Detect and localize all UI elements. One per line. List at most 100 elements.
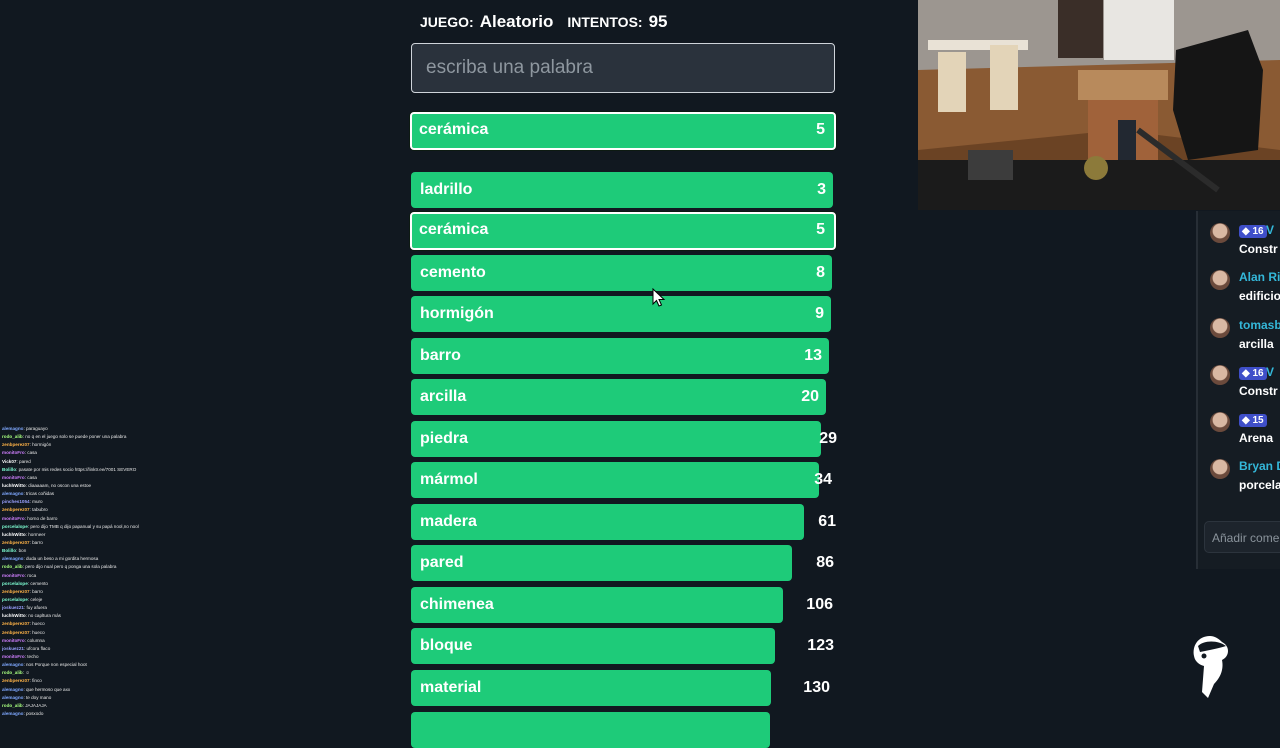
guess-row: mármol 34	[411, 462, 832, 498]
mini-chat-text: : casa	[24, 474, 37, 480]
chat-text: arcilla	[1239, 337, 1274, 351]
avatar	[1210, 365, 1230, 385]
chat-panel: ◆ 16 V Constr Alan Ri edificio tomasb ar…	[1196, 211, 1280, 569]
chat-message: ◆ 16 V Constr	[1196, 365, 1280, 405]
avatar	[1210, 223, 1230, 243]
mini-chat-username: joskuez21	[2, 605, 24, 611]
mini-chat-line: alemagno: tricas coñidas	[2, 490, 182, 498]
mini-chat-text: : diaaaaam, no oscon una estoe	[25, 482, 92, 488]
game-header: JUEGO: Aleatorio INTENTOS: 95	[420, 12, 676, 34]
mini-chat-username: luchhWitto	[2, 613, 26, 619]
guess-word: chimenea	[420, 596, 494, 613]
mini-chat-line: luchhWitto: hormeer	[2, 531, 182, 539]
guess-row: hormigón 9	[411, 296, 831, 332]
mini-chat-username: porcelalope	[2, 523, 28, 529]
mini-chat-text: : casa	[24, 450, 37, 456]
mini-chat-text: : fuy afuera	[23, 605, 47, 611]
current-guess-word: cerámica	[419, 121, 489, 138]
mini-chat-username: porcelalope	[2, 596, 28, 602]
mini-chat-text: : no q en el juego solo se puede poner u…	[22, 434, 127, 440]
mini-chat-text: : pared	[16, 458, 31, 464]
mini-chat-text: : barro	[29, 539, 43, 545]
mini-chat-line: Bolillo: pasate por mis redes socio http…	[2, 466, 182, 474]
guess-row: arcilla 20	[411, 379, 826, 415]
mini-chat-username: rodo_alib	[2, 434, 23, 440]
chat-message: Alan Ri edificio	[1196, 270, 1280, 310]
mini-chat-username: joskuez21	[2, 645, 24, 651]
mini-chat-line: zenbperez07: finco	[2, 677, 182, 685]
mini-chat-username: alemagno	[2, 491, 24, 497]
mini-chat-username: alemagno	[2, 662, 24, 668]
mini-chat-username: Bolillo	[2, 466, 17, 472]
mini-chat-text: : techo	[24, 653, 39, 659]
avatar	[1210, 459, 1230, 479]
avatar	[1210, 270, 1230, 290]
guess-rank: 9	[815, 305, 824, 322]
guess-word: mármol	[420, 471, 478, 488]
sub-badge-count: 16	[1252, 368, 1264, 379]
mini-chat-line: alemagno: duda un beso a mi gordita herm…	[2, 555, 182, 563]
mini-chat-username: zenbperez07	[2, 442, 30, 448]
mini-chat-line: alemagno: que hermoso que axx	[2, 686, 182, 694]
mini-chat-line: zenbperez07: hueco	[2, 620, 182, 628]
mini-chat-username: alemagno	[2, 426, 24, 431]
sub-badge: ◆ 16	[1239, 367, 1267, 380]
guess-row: barro 13	[411, 338, 829, 374]
mini-chat-username: zenbperez07	[2, 507, 30, 513]
avatar	[1210, 412, 1230, 432]
mini-chat-username: luchhWitto	[2, 531, 26, 537]
chat-text: porcela	[1239, 478, 1280, 492]
mini-chat-text: : te doy mano	[23, 694, 52, 700]
guess-rank: 34	[814, 471, 832, 488]
mini-chat-username: alemagno	[2, 686, 24, 692]
mini-chat-username: zenbperez07	[2, 629, 30, 635]
game-mode-value: Aleatorio	[479, 12, 554, 31]
word-input[interactable]	[411, 43, 835, 93]
chat-username: V	[1266, 223, 1275, 237]
guess-rank: 61	[818, 513, 836, 530]
mini-chat-line: porcelalope: pero dijo TMB q dijo papanu…	[2, 523, 182, 531]
guess-rank: 8	[816, 264, 825, 281]
chat-username: tomasb	[1239, 318, 1280, 332]
toucan-logo-icon	[1193, 636, 1228, 698]
webcam-feed	[918, 0, 1280, 210]
guess-row: material 130	[411, 670, 830, 706]
chat-message: Bryan D porcela	[1196, 459, 1280, 499]
mini-chat-username: rodo_alib	[2, 702, 23, 708]
mini-chat-text: : muro	[29, 499, 43, 505]
guess-word: ladrillo	[420, 181, 473, 198]
mini-chat-username: Vick07	[2, 458, 17, 464]
chat-input[interactable]: Añadir come	[1204, 521, 1280, 553]
guess-rank: 106	[806, 596, 833, 613]
mini-chat-username: zenbperez07	[2, 678, 30, 684]
avatar	[1210, 318, 1230, 338]
mini-chat-text: : pasate por mis redes socio https://lin…	[16, 466, 137, 472]
mini-chat-line: luchhWitto: diaaaaam, no oscon una estoe	[2, 482, 182, 490]
guess-word: piedra	[420, 430, 469, 447]
guess-row-highlighted: cerámica 5	[410, 212, 836, 250]
chat-text: Arena	[1239, 431, 1274, 445]
guess-row: chimenea 106	[411, 587, 833, 623]
mini-chat-text: : hueco	[29, 621, 45, 627]
mini-chat-username: monitoFro	[2, 450, 25, 456]
guess-row: piedra 29	[411, 421, 837, 457]
mini-chat-text: : cemento	[27, 580, 48, 586]
mini-chat-line: monitoFro: roca	[2, 572, 182, 580]
mini-chat-line: rodo_alib: pero dijo nual pero q ponga u…	[2, 563, 182, 571]
mini-chat-username: porcelalope	[2, 580, 28, 586]
mini-chat-line: Vick07: pared	[2, 458, 182, 466]
mini-chat-text: : ufcora flaco	[23, 645, 51, 651]
mini-chat-text: : posxodo	[23, 710, 44, 716]
guess-word: madera	[420, 513, 477, 530]
mini-chat-username: monitoFro	[2, 572, 25, 578]
guess-row: ladrillo 3	[411, 172, 833, 208]
attempts-label: INTENTOS:	[567, 14, 643, 30]
guess-rank: 130	[803, 679, 830, 696]
mini-chat-text: : ☺	[22, 670, 30, 676]
mini-chat-text: : finco	[29, 678, 42, 684]
mini-chat-line: monitoFro: techo	[2, 653, 182, 661]
mini-chat-line: zenbperez07: barro	[2, 588, 182, 596]
mini-chat-line: zenbperez07: hormigón	[2, 441, 182, 449]
mini-chat-line: monitoFro: casa	[2, 474, 182, 482]
guess-word: cemento	[420, 264, 486, 281]
